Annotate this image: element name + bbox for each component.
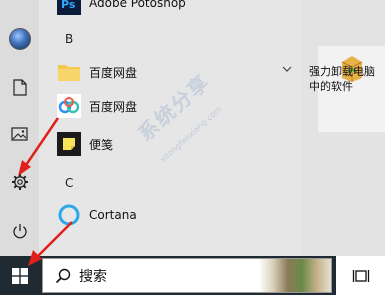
app-label: Cortana	[89, 208, 137, 222]
section-header-b[interactable]: B	[65, 32, 73, 46]
tiles-area: 强力卸载电脑中的软件	[302, 0, 385, 256]
folder-icon	[58, 65, 80, 81]
settings-button[interactable]	[0, 165, 39, 199]
start-menu-window: Ps Adobe Potoshop B 百度网盘 百度网盘 便笺 C Corta…	[0, 0, 385, 295]
baidu-netdisk-icon	[57, 94, 81, 118]
taskbar-search-box[interactable]: 搜索	[42, 258, 332, 293]
app-item-adobe-photoshop[interactable]: Ps Adobe Potoshop	[57, 0, 302, 18]
search-placeholder: 搜索	[79, 268, 107, 285]
app-label: 百度网盘	[89, 65, 138, 80]
sticky-notes-icon	[57, 132, 81, 156]
app-item-cortana[interactable]: Cortana	[57, 200, 302, 230]
app-label: 百度网盘	[89, 99, 138, 114]
search-highlight-image	[259, 259, 331, 292]
chevron-down-icon	[282, 66, 292, 72]
power-icon	[12, 224, 27, 239]
document-icon	[12, 78, 27, 96]
task-view-icon	[352, 269, 369, 282]
start-button[interactable]	[0, 256, 40, 295]
svg-text:Ps: Ps	[61, 0, 76, 11]
picture-icon	[11, 127, 28, 141]
app-label: Adobe Potoshop	[89, 0, 186, 10]
windows-logo-icon	[12, 267, 28, 284]
user-avatar	[8, 28, 31, 50]
taskbar: 搜索	[0, 256, 385, 295]
power-button[interactable]	[0, 214, 39, 248]
user-account-button[interactable]	[0, 22, 39, 56]
section-header-c[interactable]: C	[65, 176, 73, 190]
documents-button[interactable]	[0, 70, 39, 104]
app-label: 便笺	[89, 137, 114, 152]
cortana-icon	[58, 204, 80, 226]
task-view-button[interactable]	[336, 256, 385, 295]
photoshop-icon: Ps	[57, 0, 81, 15]
search-icon	[55, 268, 71, 283]
tile-uninstaller-label: 强力卸载电脑中的软件	[309, 65, 375, 93]
start-menu-left-rail	[0, 0, 39, 256]
app-list: Ps Adobe Potoshop B 百度网盘 百度网盘 便笺 C Corta…	[39, 0, 302, 256]
pictures-button[interactable]	[0, 117, 39, 151]
gear-icon	[11, 174, 28, 190]
